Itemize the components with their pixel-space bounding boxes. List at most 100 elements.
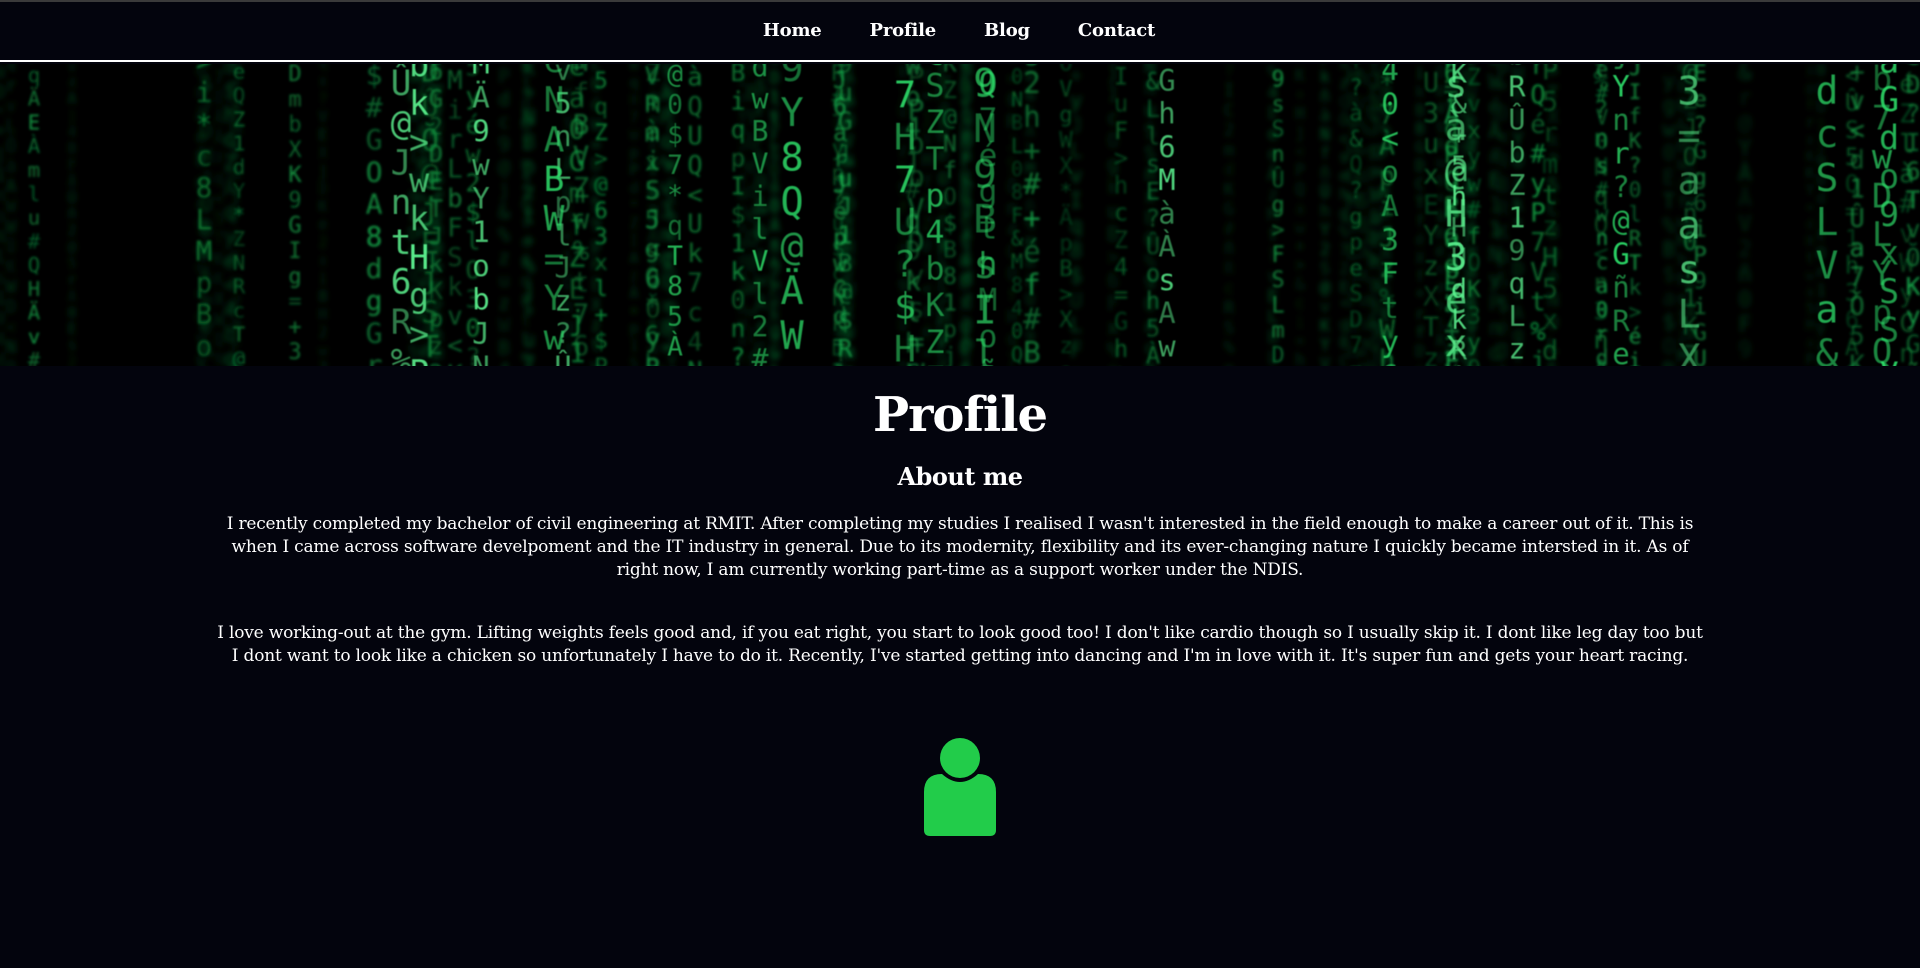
code-glyph: 0	[1011, 64, 1023, 88]
code-glyph: 0	[1497, 101, 1509, 125]
code-glyph: s	[0, 268, 5, 289]
code-glyph: g	[961, 230, 971, 250]
code-glyph: v	[447, 302, 462, 332]
code-glyph: W	[1899, 249, 1915, 279]
code-glyph: <	[1295, 142, 1305, 161]
code-glyph: e	[1366, 333, 1377, 354]
code-glyph: n	[1366, 291, 1377, 312]
code-glyph: X	[1059, 153, 1073, 179]
code-glyph: r	[6, 77, 17, 97]
code-glyph: 9	[288, 188, 301, 213]
code-glyph: S	[1349, 281, 1362, 307]
code-glyph: Y	[544, 279, 565, 319]
code-glyph: m	[1271, 318, 1284, 343]
code-glyph: Y	[1320, 336, 1330, 355]
code-glyph: X	[288, 138, 302, 163]
code-glyph: Y	[1320, 221, 1330, 240]
code-glyph: Z	[1114, 226, 1128, 254]
code-glyph: K	[288, 163, 302, 188]
code-glyph: N	[1011, 88, 1023, 112]
code-glyph: V	[769, 216, 779, 235]
code-glyph: &	[1816, 331, 1839, 366]
code-glyph: 0	[1011, 157, 1023, 181]
code-glyph: N	[943, 131, 957, 157]
code-glyph: t	[1381, 291, 1399, 325]
code-glyph: <	[1339, 129, 1349, 148]
code-glyph: J	[1497, 340, 1509, 364]
code-glyph: u	[498, 269, 510, 292]
code-glyph: Q	[644, 263, 659, 292]
code-glyph: p	[943, 317, 957, 343]
code-glyph: P	[1542, 64, 1558, 86]
code-glyph: @	[594, 172, 608, 198]
code-glyph: %	[498, 223, 510, 246]
code-glyph: y	[1381, 325, 1399, 359]
code-glyph: w	[1467, 171, 1481, 197]
code-glyph: R	[644, 90, 660, 119]
code-glyph: Ŏ	[1059, 64, 1072, 77]
code-glyph: 0	[6, 358, 17, 366]
code-glyph: ñ	[68, 207, 77, 223]
code-glyph: X	[1677, 337, 1700, 366]
code-glyph: b	[447, 184, 462, 214]
code-glyph: Ä	[780, 268, 803, 314]
code-glyph: b	[472, 283, 490, 317]
code-glyph: B	[1059, 256, 1072, 282]
code-glyph: @	[1806, 81, 1815, 98]
code-glyph: a	[769, 345, 779, 364]
code-glyph: z	[1423, 251, 1439, 282]
code-glyph: o	[1059, 359, 1072, 367]
code-glyph: P	[498, 65, 510, 88]
code-glyph: ñ	[1738, 263, 1751, 288]
code-glyph: &	[1349, 126, 1363, 152]
code-glyph: =	[780, 358, 803, 366]
code-glyph: #	[1596, 178, 1609, 202]
code-glyph: y	[1899, 279, 1915, 309]
code-glyph: J	[833, 68, 847, 94]
code-glyph: T	[1423, 312, 1439, 343]
code-glyph: +	[1023, 134, 1041, 168]
code-glyph: =	[1677, 114, 1700, 159]
code-glyph: i	[1629, 348, 1642, 366]
code-glyph: 6	[391, 263, 412, 303]
code-glyph: a	[1879, 64, 1899, 80]
code-glyph: 5	[1849, 321, 1864, 351]
code-glyph: C	[1224, 101, 1234, 121]
code-glyph: Ä	[214, 108, 225, 129]
code-glyph: Ŏ	[1849, 291, 1864, 322]
code-glyph: @	[391, 104, 412, 144]
code-glyph: Y	[769, 123, 779, 142]
code-glyph: B	[1663, 238, 1676, 262]
nav-link-blog[interactable]: Blog	[984, 20, 1030, 41]
nav-link-home[interactable]: Home	[763, 20, 822, 41]
code-glyph: $	[667, 121, 683, 151]
code-glyph: 9	[780, 64, 803, 91]
code-glyph: b	[644, 349, 659, 366]
code-glyph: Ä	[28, 300, 41, 325]
code-glyph: n	[1612, 103, 1630, 137]
code-glyph: D	[0, 82, 5, 103]
code-glyph: Z	[1508, 169, 1525, 202]
code-glyph: 0	[1339, 333, 1349, 352]
code-glyph: s	[1677, 248, 1700, 293]
code-glyph: I	[521, 76, 531, 96]
code-glyph: i	[751, 180, 768, 213]
nav-link-profile[interactable]: Profile	[870, 20, 937, 41]
code-glyph: à	[1899, 159, 1915, 189]
code-glyph: Q	[1011, 342, 1023, 366]
code-glyph: b	[1508, 136, 1525, 169]
code-glyph: Y	[1612, 70, 1630, 104]
code-glyph: #	[751, 343, 768, 366]
nav-link-contact[interactable]: Contact	[1078, 20, 1155, 41]
code-glyph: V	[644, 64, 659, 90]
code-glyph: #	[1023, 302, 1041, 336]
code-glyph: f	[1320, 144, 1330, 163]
code-glyph: a	[1816, 288, 1839, 332]
code-glyph: v	[1899, 219, 1915, 249]
code-glyph: c	[1224, 279, 1234, 299]
code-glyph: a	[1677, 159, 1700, 204]
code-glyph: L	[1677, 293, 1700, 338]
code-glyph: X	[214, 149, 225, 169]
code-glyph: 3	[1677, 70, 1700, 115]
code-glyph: q	[1366, 101, 1377, 122]
